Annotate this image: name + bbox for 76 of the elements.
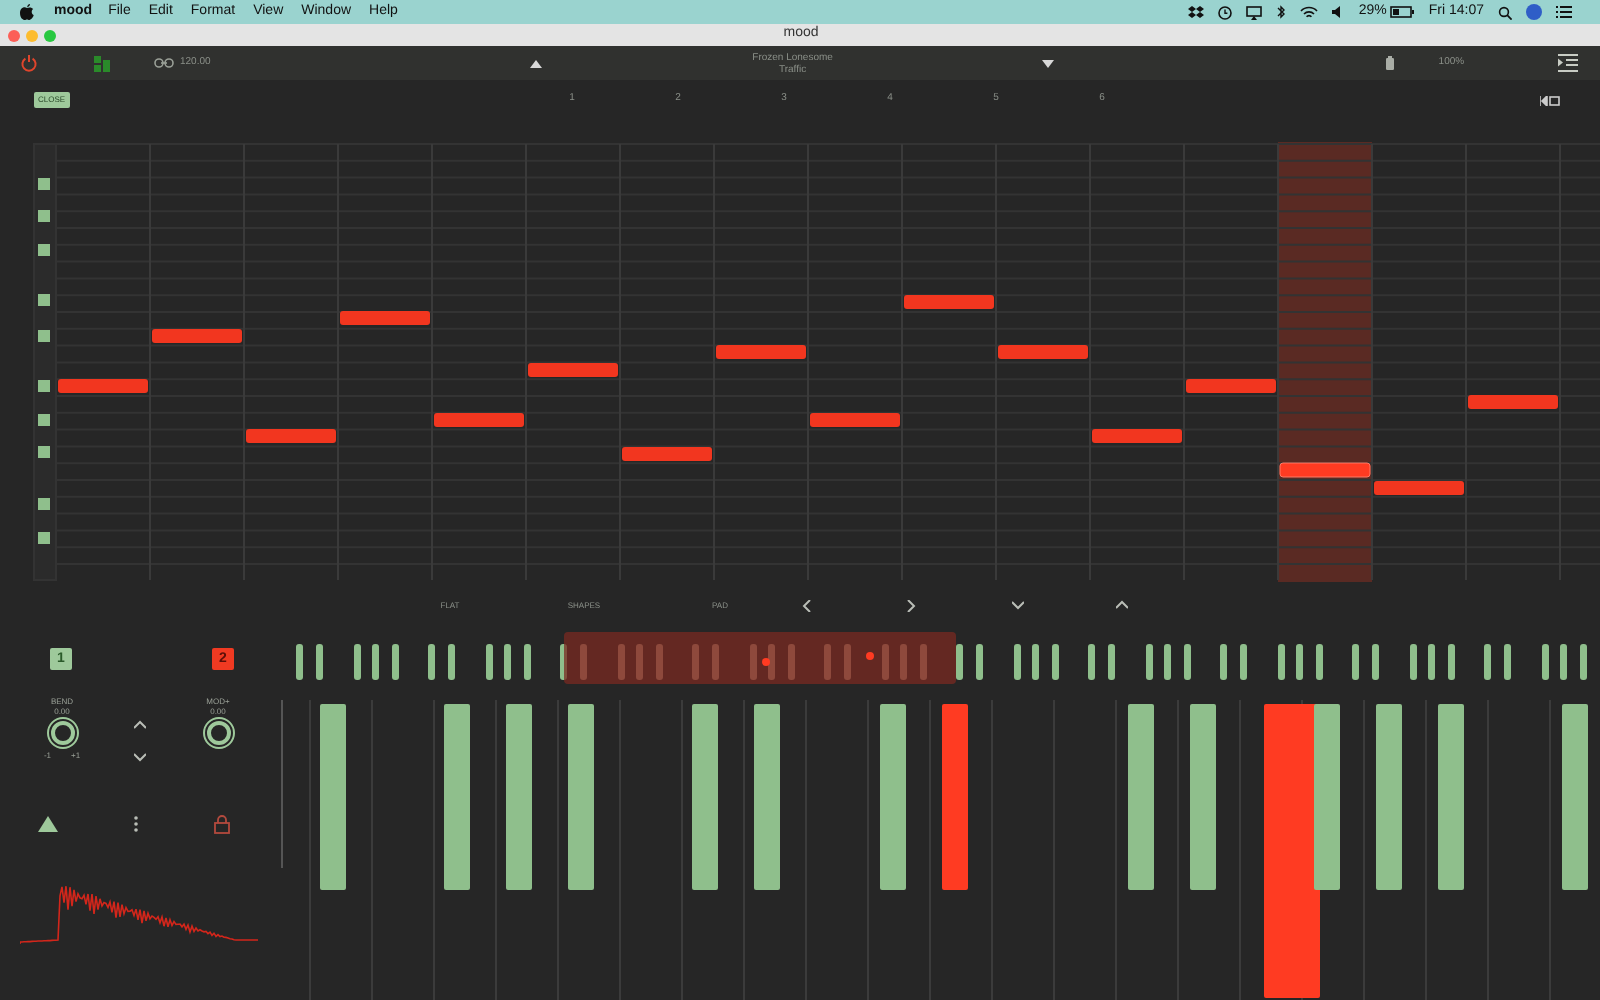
- piano-key[interactable]: [1438, 704, 1464, 890]
- knob[interactable]: [201, 716, 235, 750]
- chevron-up-icon[interactable]: [1116, 600, 1128, 612]
- search-icon[interactable]: [1498, 5, 1512, 19]
- key-marker[interactable]: [38, 498, 50, 510]
- note[interactable]: [1468, 395, 1558, 409]
- pressed-key[interactable]: [942, 704, 968, 890]
- list-icon[interactable]: [1556, 6, 1572, 18]
- key-marker[interactable]: [38, 414, 50, 426]
- pressed-key[interactable]: [1264, 704, 1320, 998]
- playhead-dot: [866, 652, 874, 660]
- note[interactable]: [998, 345, 1088, 359]
- note[interactable]: [528, 363, 618, 377]
- piano-key[interactable]: [444, 704, 470, 890]
- piano-key[interactable]: [754, 704, 780, 890]
- note[interactable]: [622, 447, 712, 461]
- note[interactable]: [58, 379, 148, 393]
- piano-key[interactable]: [568, 704, 594, 890]
- speaker-icon[interactable]: [1332, 6, 1345, 18]
- selection-range[interactable]: [564, 632, 956, 684]
- display-icon[interactable]: [1246, 5, 1263, 19]
- piano-key[interactable]: [692, 704, 718, 890]
- note[interactable]: [1186, 379, 1276, 393]
- skip-to-start-icon[interactable]: [1540, 95, 1560, 105]
- key-marker[interactable]: [38, 210, 50, 222]
- piano-key[interactable]: [1562, 704, 1588, 890]
- note[interactable]: [904, 295, 994, 309]
- playhead-dot: [762, 658, 770, 666]
- zoom-button[interactable]: [44, 29, 56, 41]
- key-marker[interactable]: [38, 294, 50, 306]
- clock-icon[interactable]: [1218, 5, 1233, 19]
- key-marker[interactable]: [38, 446, 50, 458]
- knob[interactable]: [45, 716, 79, 750]
- note[interactable]: [810, 413, 900, 427]
- piano-key[interactable]: [1128, 704, 1154, 890]
- key-marker[interactable]: [38, 330, 50, 342]
- note[interactable]: [1374, 481, 1464, 495]
- piano-key[interactable]: [1190, 704, 1216, 890]
- close-button[interactable]: [8, 29, 20, 41]
- up-triangle-icon[interactable]: [530, 59, 543, 67]
- key-marker[interactable]: [38, 244, 50, 256]
- wifi-icon[interactable]: [1300, 5, 1319, 19]
- note[interactable]: [152, 329, 242, 343]
- chevron-left-icon[interactable]: [802, 600, 814, 612]
- piano-key[interactable]: [880, 704, 906, 890]
- link-icon[interactable]: [154, 58, 174, 68]
- piano-key[interactable]: [320, 704, 346, 890]
- note[interactable]: [434, 413, 524, 427]
- chevron-down-icon[interactable]: [1012, 600, 1024, 612]
- chevron-up-icon[interactable]: [134, 720, 146, 730]
- apple-icon[interactable]: [20, 4, 34, 20]
- battery-icon[interactable]: [1390, 6, 1415, 18]
- chevron-right-icon[interactable]: [906, 600, 918, 612]
- key-marker[interactable]: [38, 380, 50, 392]
- power-icon[interactable]: [20, 54, 38, 72]
- chevron-down-icon[interactable]: [134, 752, 146, 762]
- piano-key[interactable]: [1314, 704, 1340, 890]
- note[interactable]: [246, 429, 336, 443]
- triangle-icon[interactable]: [38, 816, 58, 832]
- menu-icon[interactable]: [1558, 54, 1578, 72]
- note[interactable]: [716, 345, 806, 359]
- lock-icon[interactable]: [214, 814, 230, 834]
- siri-icon[interactable]: [1526, 4, 1542, 20]
- bluetooth-icon[interactable]: [1276, 4, 1287, 20]
- battery-icon: [1386, 56, 1395, 70]
- down-triangle-icon[interactable]: [1042, 59, 1055, 67]
- note[interactable]: [340, 311, 430, 325]
- dropbox-icon[interactable]: [1188, 5, 1205, 19]
- piano-key[interactable]: [506, 704, 532, 890]
- grid-icon[interactable]: [94, 55, 110, 71]
- minimize-button[interactable]: [26, 29, 38, 41]
- key-marker[interactable]: [38, 532, 50, 544]
- note[interactable]: [1279, 462, 1371, 478]
- piano-key[interactable]: [1376, 704, 1402, 890]
- note[interactable]: [1092, 429, 1182, 443]
- key-marker[interactable]: [38, 178, 50, 190]
